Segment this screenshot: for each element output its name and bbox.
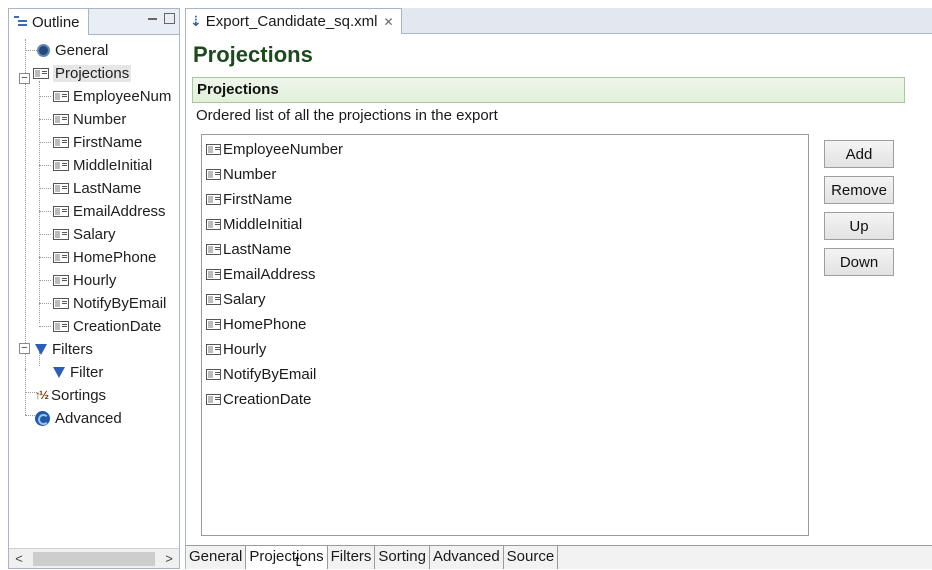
collapse-projections-icon[interactable]: − (19, 73, 30, 84)
tree-item-sortings[interactable]: ↑½ Sortings (35, 384, 106, 406)
column-icon (53, 159, 69, 171)
list-item[interactable]: MiddleInitial (202, 212, 808, 237)
column-icon (206, 369, 221, 380)
tab-general[interactable]: General (186, 546, 247, 569)
scroll-thumb[interactable] (33, 551, 155, 566)
column-icon (53, 113, 69, 125)
mouse-cursor-icon: ⮤ (294, 554, 302, 569)
outline-window-controls (147, 13, 175, 24)
column-icon (206, 294, 221, 305)
tree-item-projection[interactable]: Salary (39, 223, 116, 245)
minimize-icon[interactable] (147, 13, 158, 24)
filter-icon (35, 343, 47, 355)
list-item[interactable]: NotifyByEmail (202, 362, 808, 387)
column-icon (53, 297, 69, 309)
tree-item-projection[interactable]: HomePhone (39, 246, 156, 268)
tree-item-projection[interactable]: EmailAddress (39, 200, 166, 222)
column-icon (53, 274, 69, 286)
tree-item-projection[interactable]: LastName (39, 177, 141, 199)
editor-area: ⇣ Export_Candidate_sq.xml ✕ Projections … (185, 8, 932, 569)
outline-view: Outline General − Projections EmployeeNu… (8, 8, 180, 569)
section-header: Projections (192, 77, 905, 103)
tab-filters[interactable]: Filters (327, 546, 376, 569)
list-item[interactable]: Number (202, 162, 808, 187)
list-item[interactable]: HomePhone (202, 312, 808, 337)
outline-horizontal-scrollbar[interactable]: < > (9, 548, 179, 568)
list-item[interactable]: EmployeeNumber (202, 137, 808, 162)
scroll-left-icon[interactable]: < (9, 551, 29, 566)
column-icon (206, 344, 221, 355)
down-button[interactable]: Down (824, 248, 894, 276)
outline-tabbar: Outline (9, 9, 179, 35)
projections-icon (33, 67, 49, 79)
section-description: Ordered list of all the projections in t… (196, 107, 498, 124)
tree-item-projection[interactable]: FirstName (39, 131, 142, 153)
editor-tab-label: Export_Candidate_sq.xml (205, 13, 378, 30)
remove-button[interactable]: Remove (824, 176, 894, 204)
tab-source[interactable]: Source (503, 546, 559, 569)
maximize-icon[interactable] (164, 13, 175, 24)
tree-item-filters[interactable]: Filters (35, 338, 93, 360)
column-icon (53, 205, 69, 217)
column-icon (53, 320, 69, 332)
column-icon (206, 194, 221, 205)
outline-tree: General − Projections EmployeeNum Number… (9, 35, 179, 551)
column-icon (206, 269, 221, 280)
column-icon (206, 144, 221, 155)
column-icon (53, 182, 69, 194)
outline-tab[interactable]: Outline (9, 9, 89, 35)
collapse-filters-icon[interactable]: − (19, 343, 30, 354)
tab-projections[interactable]: Projections (246, 546, 328, 569)
outline-icon (14, 15, 28, 29)
editor-tab[interactable]: ⇣ Export_Candidate_sq.xml ✕ (186, 8, 402, 34)
column-icon (206, 219, 221, 230)
projections-list[interactable]: EmployeeNumber Number FirstName MiddleIn… (201, 134, 809, 536)
editor-tabbar: ⇣ Export_Candidate_sq.xml ✕ (186, 8, 932, 34)
tab-advanced[interactable]: Advanced (429, 546, 504, 569)
projections-section: Projections Ordered list of all the proj… (192, 77, 905, 537)
up-button[interactable]: Up (824, 212, 894, 240)
column-icon (53, 251, 69, 263)
column-icon (206, 169, 221, 180)
add-button[interactable]: Add (824, 140, 894, 168)
tree-item-projection[interactable]: CreationDate (39, 315, 161, 337)
tree-item-projection[interactable]: NotifyByEmail (39, 292, 166, 314)
column-icon (53, 90, 69, 102)
list-item[interactable]: Hourly (202, 337, 808, 362)
advanced-icon (35, 410, 50, 426)
list-action-buttons: Add Remove Up Down (824, 140, 894, 284)
tree-item-projection[interactable]: EmployeeNum (39, 85, 171, 107)
general-icon (37, 43, 50, 57)
tree-item-filter[interactable]: Filter (53, 361, 103, 383)
list-item[interactable]: LastName (202, 237, 808, 262)
list-item[interactable]: EmailAddress (202, 262, 808, 287)
column-icon (206, 319, 221, 330)
column-icon (206, 244, 221, 255)
column-icon (53, 228, 69, 240)
tree-item-projection[interactable]: MiddleInitial (39, 154, 152, 176)
outline-tab-label: Outline (32, 13, 80, 31)
list-item[interactable]: CreationDate (202, 387, 808, 412)
xml-file-icon: ⇣ (190, 13, 202, 29)
tree-item-general[interactable]: General (37, 39, 108, 61)
scroll-right-icon[interactable]: > (159, 551, 179, 566)
column-icon (53, 136, 69, 148)
column-icon (206, 394, 221, 405)
tree-item-projection[interactable]: Number (39, 108, 126, 130)
tree-item-advanced[interactable]: Advanced (35, 407, 122, 429)
sort-icon: ↑½ (35, 388, 49, 402)
tree-item-projections[interactable]: Projections (33, 62, 132, 84)
close-icon[interactable]: ✕ (384, 15, 394, 29)
list-item[interactable]: Salary (202, 287, 808, 312)
list-item[interactable]: FirstName (202, 187, 808, 212)
tab-sorting[interactable]: Sorting (375, 546, 430, 569)
filter-icon (53, 366, 65, 378)
tree-item-projection[interactable]: Hourly (39, 269, 116, 291)
page-title: Projections (193, 42, 313, 67)
